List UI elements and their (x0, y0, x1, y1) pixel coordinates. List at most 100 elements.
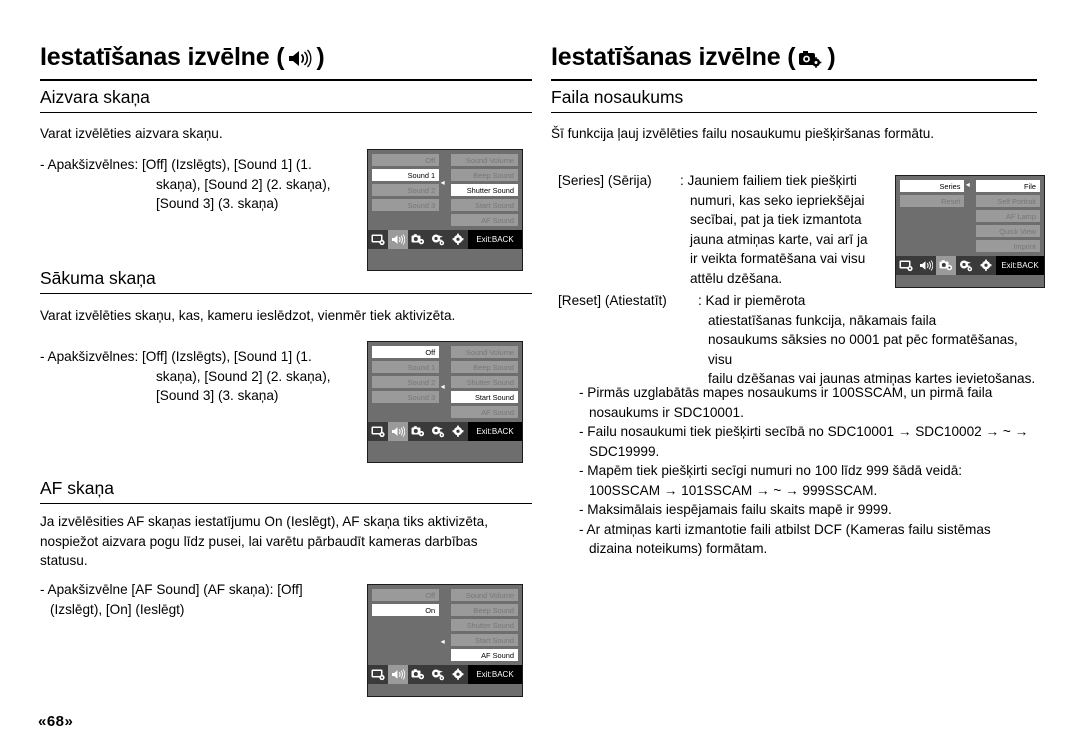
lcd-submenu-item (372, 634, 439, 646)
speaker-icon[interactable] (388, 422, 408, 441)
exit-back-label[interactable]: Exit:BACK (468, 422, 522, 441)
lcd-submenu-item[interactable]: Reset (900, 195, 965, 207)
list-item-cont: dizaina noteikums) formātam. (589, 541, 768, 556)
lcd-menu-item[interactable]: Self Portrait (975, 195, 1040, 207)
lcd-menu-grid: Series Reset File Self Portrait AF Lamp Quic… (900, 180, 1040, 252)
section-heading-text: Sākuma skaņa (40, 268, 532, 294)
lcd-menu-item[interactable]: Start Sound (450, 199, 518, 211)
bullet-line-1: - Apakšizvēlne [AF Sound] (AF skaņa): [O… (40, 582, 303, 597)
palette-icon[interactable] (956, 256, 976, 275)
lcd-submenu-item[interactable]: Sound 2 (372, 376, 440, 388)
lcd-submenu-item (372, 214, 439, 226)
lcd-submenu-item (372, 619, 439, 631)
palette-icon[interactable] (428, 230, 448, 249)
lcd-menu-item[interactable]: Beep Sound (450, 604, 518, 616)
palette-icon[interactable] (428, 665, 448, 684)
lcd-submenu-item (372, 649, 439, 661)
gear-icon[interactable] (448, 665, 468, 684)
lcd-submenu-item[interactable]: Off (372, 589, 440, 601)
lcd-menu-item[interactable]: Imprint (975, 240, 1040, 252)
lcd-submenu-item[interactable]: Sound 3 (372, 391, 440, 403)
lcd-menu-item[interactable]: AF Sound (450, 406, 518, 418)
section-start-sound-intro: Varat izvēlēties skaņu, kas, kameru iesl… (40, 306, 532, 326)
lcd-submenu-item[interactable]: Sound 1 (372, 169, 440, 181)
lcd-menu-item[interactable]: Sound Volume (450, 589, 518, 601)
lcd-tab-bar: Exit:BACK (368, 665, 522, 684)
list-item: - Mapēm tiek piešķirti secīgi numuri no … (579, 463, 963, 478)
shutter-sound-screen[interactable]: Off Sound 1 Sound 2 Sound 3 Sound Volume Bee… (367, 149, 523, 271)
camera-setup-icon[interactable] (408, 422, 428, 441)
palette-icon[interactable] (428, 422, 448, 441)
speaker-icon[interactable] (388, 665, 408, 684)
section-start-sound-bullet: - Apakšizvēlnes: [Off] (Izslēgts), [Soun… (40, 347, 380, 406)
speaker-icon[interactable] (916, 256, 936, 275)
bullet-line-1: - Apakšizvēlnes: [Off] (Izslēgts), [Soun… (40, 157, 312, 172)
lcd-tab-bar: Exit:BACK (368, 230, 522, 249)
intro-line-2: nospiežot aizvara pogu līdz pusei, lai v… (40, 533, 478, 549)
exit-back-label[interactable]: Exit:BACK (468, 665, 522, 684)
display-setup-icon[interactable] (368, 422, 388, 441)
gear-icon[interactable] (448, 422, 468, 441)
lcd-menu-item[interactable]: Shutter Sound (450, 184, 518, 196)
bullet-line-2: (Izslēgt), [On] (Ieslēgt) (50, 601, 185, 617)
lcd-menu-item[interactable]: File (975, 180, 1040, 192)
intro-text: Šī funkcija ļauj izvēlēties failu nosauk… (551, 126, 935, 141)
lcd-menu-item[interactable]: Start Sound (450, 634, 518, 646)
lcd-tab-bar: Exit:BACK (896, 256, 1044, 275)
definition-line: atiestatīšanas funkcija, nākamais faila (708, 312, 937, 328)
intro-line-1: Ja izvēlēsities AF skaņas iestatījumu On… (40, 514, 489, 529)
camera-setup-icon[interactable] (936, 256, 956, 275)
exit-back-label[interactable]: Exit:BACK (996, 256, 1044, 275)
definition-line: nosaukums sāksies no 0001 pat pēc format… (708, 332, 1018, 367)
exit-back-label[interactable]: Exit:BACK (468, 230, 522, 249)
lcd-menu-item[interactable]: Shutter Sound (450, 619, 518, 631)
camera-setup-icon[interactable] (408, 665, 428, 684)
lcd-menu-item[interactable]: AF Sound (450, 649, 518, 661)
camera-setup-icon[interactable] (408, 230, 428, 249)
start-sound-screen[interactable]: Off Sound 1 Sound 2 Sound 3 Sound Volume Bee… (367, 341, 523, 463)
intro-line-3: statusu. (40, 553, 88, 568)
gear-icon[interactable] (976, 256, 996, 275)
lcd-submenu-item[interactable]: Sound 2 (372, 184, 440, 196)
lcd-submenu-item[interactable]: Sound 1 (372, 361, 440, 373)
definition-line: : Kad ir piemērota (698, 293, 806, 308)
section-shutter-sound-bullet: - Apakšizvēlnes: [Off] (Izslēgts), [Soun… (40, 155, 380, 214)
lcd-submenu-item[interactable]: Off (372, 154, 440, 166)
lcd-submenu-item (900, 240, 964, 252)
lcd-menu-item[interactable]: Beep Sound (450, 169, 518, 181)
lcd-menu-column: Sound Volume Beep Sound Shutter Sound Start… (450, 346, 518, 418)
lcd-menu-item[interactable]: Sound Volume (450, 346, 518, 358)
lcd-submenu-item[interactable]: Sound 3 (372, 199, 440, 211)
lcd-menu-item[interactable]: AF Lamp (975, 210, 1040, 222)
page-number: «68» (38, 713, 74, 730)
right-chapter-heading: Iestatīšanas izvēlne () (551, 43, 1037, 81)
lcd-menu-item[interactable]: Start Sound (450, 391, 518, 403)
lcd-menu-item[interactable]: Quick View (975, 225, 1040, 237)
lcd-submenu-item[interactable]: Off (372, 346, 440, 358)
display-setup-icon[interactable] (368, 665, 388, 684)
intro-text: Varat izvēlēties skaņu, kas, kameru iesl… (40, 308, 456, 323)
display-setup-icon[interactable] (368, 230, 388, 249)
bullet-line-2: skaņa), [Sound 2] (2. skaņa), (156, 368, 331, 384)
definition-line: ir veikta formatēšana vai visu (690, 251, 866, 266)
list-item: - Ar atmiņas karti izmantotie faili atbi… (579, 521, 991, 537)
lcd-menu-item[interactable]: Sound Volume (450, 154, 518, 166)
lcd-menu-grid: Off Sound 1 Sound 2 Sound 3 Sound Volume Bee… (372, 346, 518, 418)
lcd-menu-item[interactable]: Beep Sound (450, 361, 518, 373)
definition-line: jauna atmiņas karte, vai arī ja (690, 231, 868, 247)
lcd-menu-item[interactable]: AF Sound (450, 214, 518, 226)
lcd-submenu-item[interactable]: On (372, 604, 440, 616)
manual-page: Iestatīšanas izvēlne () Aizvara skaņa Va… (0, 0, 1080, 746)
af-sound-screen[interactable]: Off On Sound Volume Beep Sound Shutter Soun… (367, 584, 523, 697)
lcd-submenu-column: Off Sound 1 Sound 2 Sound 3 (372, 154, 440, 226)
lcd-submenu-item[interactable]: Series (900, 180, 965, 192)
bullet-line-3: [Sound 3] (3. skaņa) (156, 196, 279, 211)
speaker-icon[interactable] (388, 230, 408, 249)
lcd-menu-grid: Off Sound 1 Sound 2 Sound 3 Sound Volume Bee… (372, 154, 518, 226)
left-arrow-icon: ◂ (440, 637, 445, 646)
display-setup-icon[interactable] (896, 256, 916, 275)
lcd-menu-item[interactable]: Shutter Sound (450, 376, 518, 388)
gear-icon[interactable] (448, 230, 468, 249)
section-heading-text: AF skaņa (40, 478, 532, 504)
file-name-screen[interactable]: Series Reset File Self Portrait AF Lamp Quic… (895, 175, 1045, 288)
